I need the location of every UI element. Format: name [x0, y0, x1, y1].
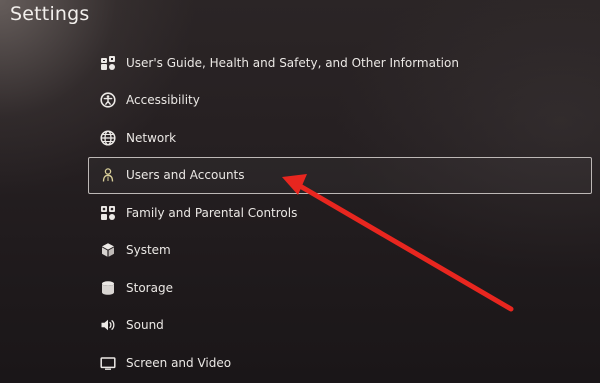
menu-item-label: Users and Accounts [126, 168, 245, 183]
menu-item-label: Sound [126, 318, 164, 333]
menu-item-label: Screen and Video [126, 355, 232, 370]
menu-item-family-parental-controls[interactable]: Family and Parental Controls [88, 194, 592, 232]
menu-item-users-and-accounts[interactable]: Users and Accounts [88, 156, 592, 194]
menu-item-label: Family and Parental Controls [126, 205, 298, 220]
speaker-icon [100, 317, 116, 333]
screen-icon [100, 355, 116, 371]
page-title: Settings [10, 3, 90, 25]
storage-cylinder-icon [100, 280, 116, 296]
users-accounts-icon [100, 167, 116, 183]
menu-item-users-guide[interactable]: User's Guide, Health and Safety, and Oth… [88, 44, 592, 82]
menu-item-system[interactable]: System [88, 232, 592, 270]
accessibility-icon [100, 92, 116, 108]
network-globe-icon [100, 130, 116, 146]
menu-item-label: Accessibility [126, 93, 200, 108]
system-cube-icon [100, 242, 116, 258]
menu-item-label: Network [126, 130, 177, 145]
settings-menu: User's Guide, Health and Safety, and Oth… [88, 44, 592, 382]
menu-item-sound[interactable]: Sound [88, 307, 592, 345]
menu-item-label: User's Guide, Health and Safety, and Oth… [126, 55, 459, 70]
menu-item-label: Storage [126, 280, 173, 295]
menu-item-network[interactable]: Network [88, 119, 592, 157]
users-guide-icon [100, 55, 116, 71]
menu-item-screen-and-video[interactable]: Screen and Video [88, 344, 592, 382]
menu-item-label: System [126, 243, 171, 258]
family-controls-icon [100, 205, 116, 221]
menu-item-storage[interactable]: Storage [88, 269, 592, 307]
menu-item-accessibility[interactable]: Accessibility [88, 82, 592, 120]
